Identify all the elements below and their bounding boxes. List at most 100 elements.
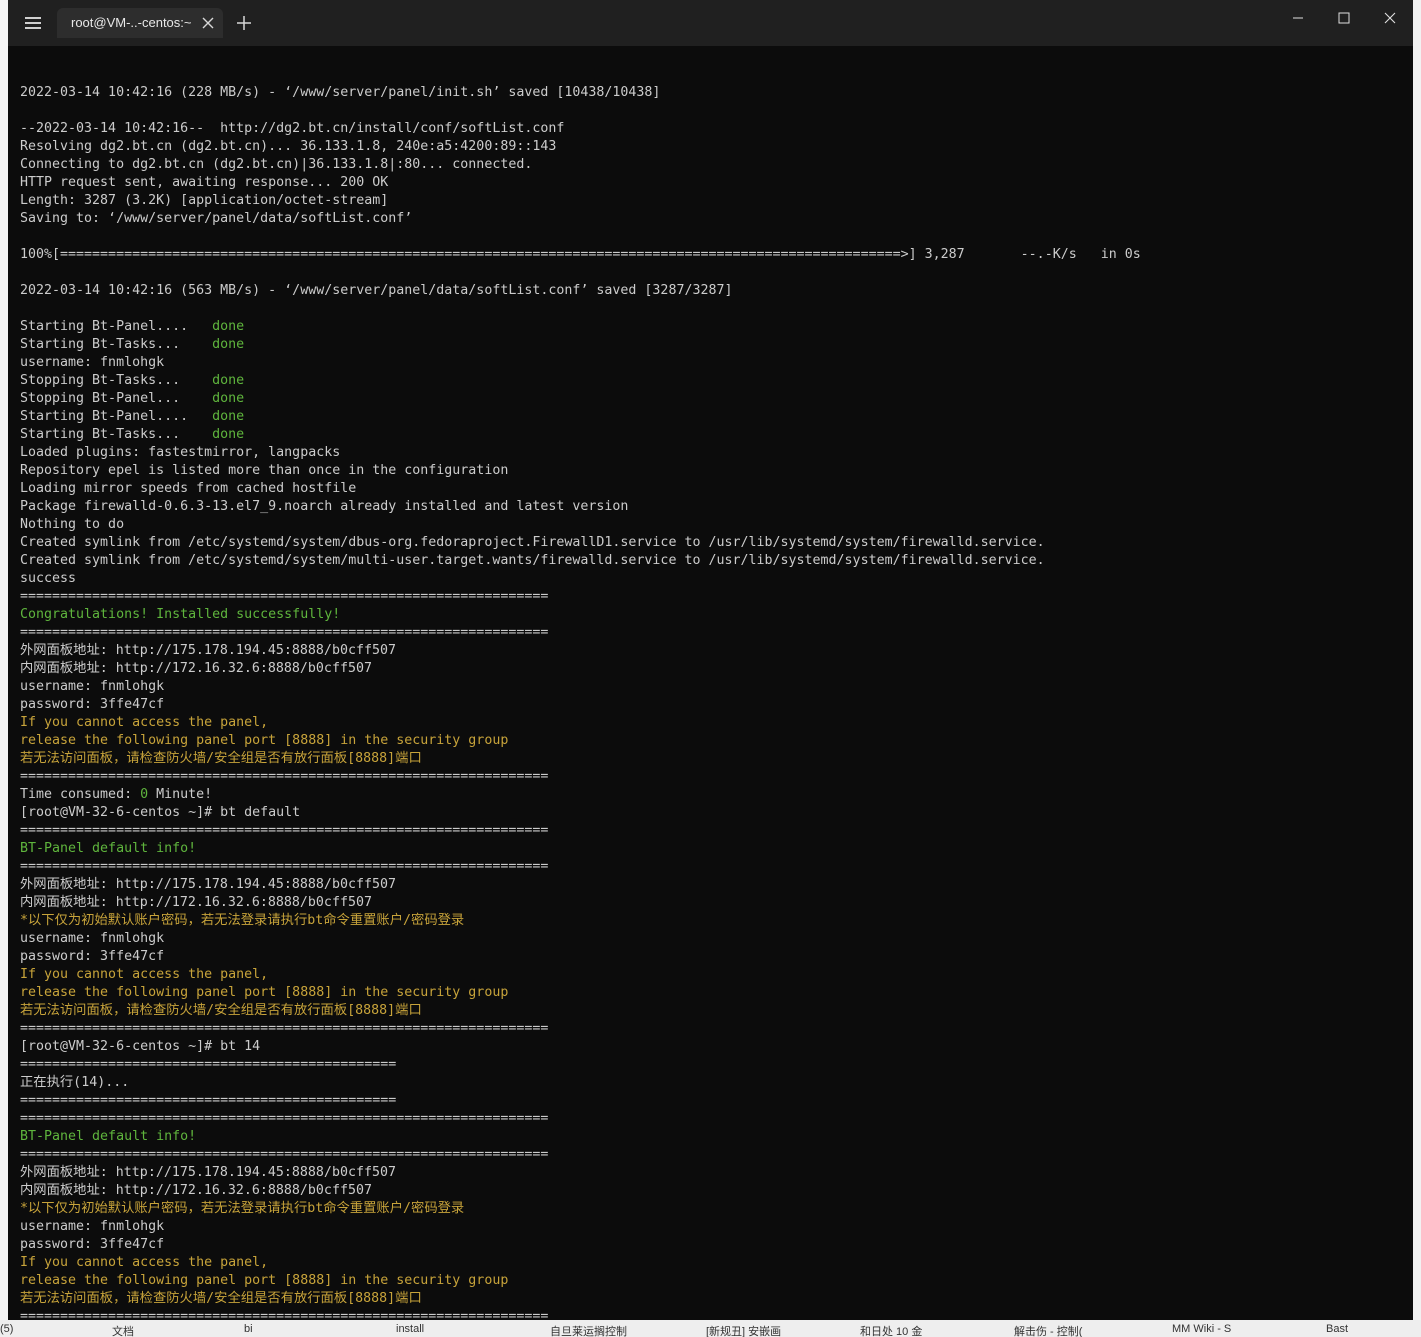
maximize-icon — [1338, 12, 1350, 24]
terminal-line: username: fnmlohgk — [20, 1218, 1400, 1236]
close-button[interactable] — [1367, 6, 1413, 30]
menu-button[interactable] — [18, 8, 48, 38]
taskbar-item[interactable]: 和日处 10 金 — [860, 1323, 922, 1337]
terminal-line: 外网面板地址: http://175.178.194.45:8888/b0cff… — [20, 642, 1400, 660]
close-icon — [1384, 12, 1396, 24]
terminal-text: Saving to: ‘/www/server/panel/data/softL… — [20, 211, 413, 226]
terminal-line: 内网面板地址: http://172.16.32.6:8888/b0cff507 — [20, 1182, 1400, 1200]
terminal-text: ========================================… — [20, 859, 549, 874]
terminal-text: done — [212, 427, 245, 442]
terminal-text: release the following panel port [8888] … — [20, 985, 509, 1000]
terminal-text: release the following panel port [8888] … — [20, 1273, 509, 1288]
terminal-text: *以下仅为初始默认账户密码，若无法登录请执行bt命令重置账户/密码登录 — [20, 913, 465, 928]
terminal-text: If you cannot access the panel, — [20, 715, 269, 730]
plus-icon[interactable] — [234, 13, 254, 33]
terminal-line: Created symlink from /etc/systemd/system… — [20, 534, 1400, 552]
terminal-line: ========================================… — [20, 1308, 1400, 1320]
terminal-text: Minute! — [148, 787, 213, 802]
terminal-line: 内网面板地址: http://172.16.32.6:8888/b0cff507 — [20, 894, 1400, 912]
taskbar-item[interactable]: 文档 — [112, 1323, 134, 1337]
taskbar-item[interactable]: bi — [244, 1323, 253, 1337]
terminal-text: Stopping Bt-Panel... — [20, 391, 213, 406]
terminal-text: 若无法访问面板，请检查防火墙/安全组是否有放行面板[8888]端口 — [20, 751, 422, 766]
terminal-text: done — [212, 373, 245, 388]
terminal-text: Congratulations! Installed successfully! — [20, 607, 341, 622]
terminal-line: success — [20, 570, 1400, 588]
terminal-text: If you cannot access the panel, — [20, 1255, 269, 1270]
terminal-text: ========================================… — [20, 589, 549, 604]
terminal-line: ========================================… — [20, 1092, 1400, 1110]
terminal-text: HTTP request sent, awaiting response... … — [20, 175, 389, 190]
terminal-text: *以下仅为初始默认账户密码，若无法登录请执行bt命令重置账户/密码登录 — [20, 1201, 465, 1216]
minimize-icon — [1293, 17, 1303, 19]
terminal-line: Repository epel is listed more than once… — [20, 462, 1400, 480]
terminal-text: 外网面板地址: http://175.178.194.45:8888/b0cff… — [20, 643, 396, 658]
terminal-text: Stopping Bt-Tasks... — [20, 373, 213, 388]
terminal-text: ========================================… — [20, 823, 549, 838]
terminal-line: Stopping Bt-Tasks... done — [20, 372, 1400, 390]
terminal-text: [root@VM-32-6-centos ~]# bt 14 — [20, 1039, 261, 1054]
terminal-text: ========================================… — [20, 1111, 549, 1126]
terminal-text: Created symlink from /etc/systemd/system… — [20, 535, 1045, 550]
terminal-text: ========================================… — [20, 769, 549, 784]
close-icon[interactable] — [201, 16, 215, 30]
terminal-line: ========================================… — [20, 858, 1400, 876]
terminal-text: 2022-03-14 10:42:16 (228 MB/s) - ‘/www/s… — [20, 85, 661, 100]
taskbar-item[interactable]: Bast — [1326, 1323, 1348, 1337]
taskbar-item[interactable]: install — [396, 1323, 424, 1337]
terminal-text: BT-Panel default info! — [20, 1129, 197, 1144]
terminal-line: BT-Panel default info! — [20, 1128, 1400, 1146]
terminal-window: root@VM-..-centos:~ 2022-03-14 10:42:16 … — [8, 0, 1413, 1320]
terminal-line: [root@VM-32-6-centos ~]# bt 14 — [20, 1038, 1400, 1056]
terminal-text: done — [212, 409, 245, 424]
terminal-text: --2022-03-14 10:42:16-- http://dg2.bt.cn… — [20, 121, 565, 136]
terminal-line: release the following panel port [8888] … — [20, 1272, 1400, 1290]
tab-terminal[interactable]: root@VM-..-centos:~ — [57, 8, 223, 38]
terminal-text: 若无法访问面板，请检查防火墙/安全组是否有放行面板[8888]端口 — [20, 1291, 422, 1306]
terminal-text: Created symlink from /etc/systemd/system… — [20, 553, 1045, 568]
taskbar-item[interactable]: [新规丑] 安嵌画 — [706, 1323, 781, 1337]
terminal-text: Resolving dg2.bt.cn (dg2.bt.cn)... 36.13… — [20, 139, 557, 154]
taskbar-item[interactable]: (5) — [0, 1323, 13, 1337]
terminal-line: 正在执行(14)... — [20, 1074, 1400, 1092]
terminal-line: [root@VM-32-6-centos ~]# bt default — [20, 804, 1400, 822]
terminal-line: Time consumed: 0 Minute! — [20, 786, 1400, 804]
terminal-line: Starting Bt-Panel.... done — [20, 408, 1400, 426]
terminal-line: Starting Bt-Tasks... done — [20, 336, 1400, 354]
terminal-line: Created symlink from /etc/systemd/system… — [20, 552, 1400, 570]
terminal-line: release the following panel port [8888] … — [20, 732, 1400, 750]
terminal-text: If you cannot access the panel, — [20, 967, 269, 982]
terminal-text: release the following panel port [8888] … — [20, 733, 509, 748]
terminal-output[interactable]: 2022-03-14 10:42:16 (228 MB/s) - ‘/www/s… — [20, 66, 1400, 1320]
terminal-text: 外网面板地址: http://175.178.194.45:8888/b0cff… — [20, 877, 396, 892]
terminal-line: ========================================… — [20, 1110, 1400, 1128]
taskbar-item[interactable]: 自旦莱运搁控制 — [550, 1323, 627, 1337]
terminal-text: done — [212, 319, 245, 334]
terminal-line: 若无法访问面板，请检查防火墙/安全组是否有放行面板[8888]端口 — [20, 1002, 1400, 1020]
terminal-text: done — [212, 391, 245, 406]
terminal-text: 内网面板地址: http://172.16.32.6:8888/b0cff507 — [20, 661, 372, 676]
terminal-line: ========================================… — [20, 624, 1400, 642]
terminal-text: password: 3ffe47cf — [20, 1237, 165, 1252]
background-window-edge-right — [1413, 0, 1421, 1320]
minimize-button[interactable] — [1275, 6, 1321, 30]
terminal-line: ========================================… — [20, 1146, 1400, 1164]
title-bar[interactable]: root@VM-..-centos:~ — [8, 0, 1413, 46]
terminal-text: 2022-03-14 10:42:16 (563 MB/s) - ‘/www/s… — [20, 283, 733, 298]
hamburger-icon — [25, 17, 41, 29]
maximize-button[interactable] — [1321, 6, 1367, 30]
taskbar-item[interactable]: 解击伤 - 控制( — [1014, 1323, 1082, 1337]
terminal-line: release the following panel port [8888] … — [20, 984, 1400, 1002]
terminal-text: 正在执行(14)... — [20, 1075, 130, 1090]
terminal-text: username: fnmlohgk — [20, 931, 165, 946]
terminal-line: If you cannot access the panel, — [20, 966, 1400, 984]
terminal-line: ========================================… — [20, 1056, 1400, 1074]
terminal-line: Starting Bt-Panel.... done — [20, 318, 1400, 336]
terminal-text: Starting Bt-Tasks... — [20, 427, 213, 442]
taskbar-item[interactable]: MM Wiki - S — [1172, 1323, 1231, 1337]
terminal-text: ========================================… — [20, 1057, 397, 1072]
background-window-edge — [0, 0, 8, 1320]
terminal-text: 内网面板地址: http://172.16.32.6:8888/b0cff507 — [20, 895, 372, 910]
